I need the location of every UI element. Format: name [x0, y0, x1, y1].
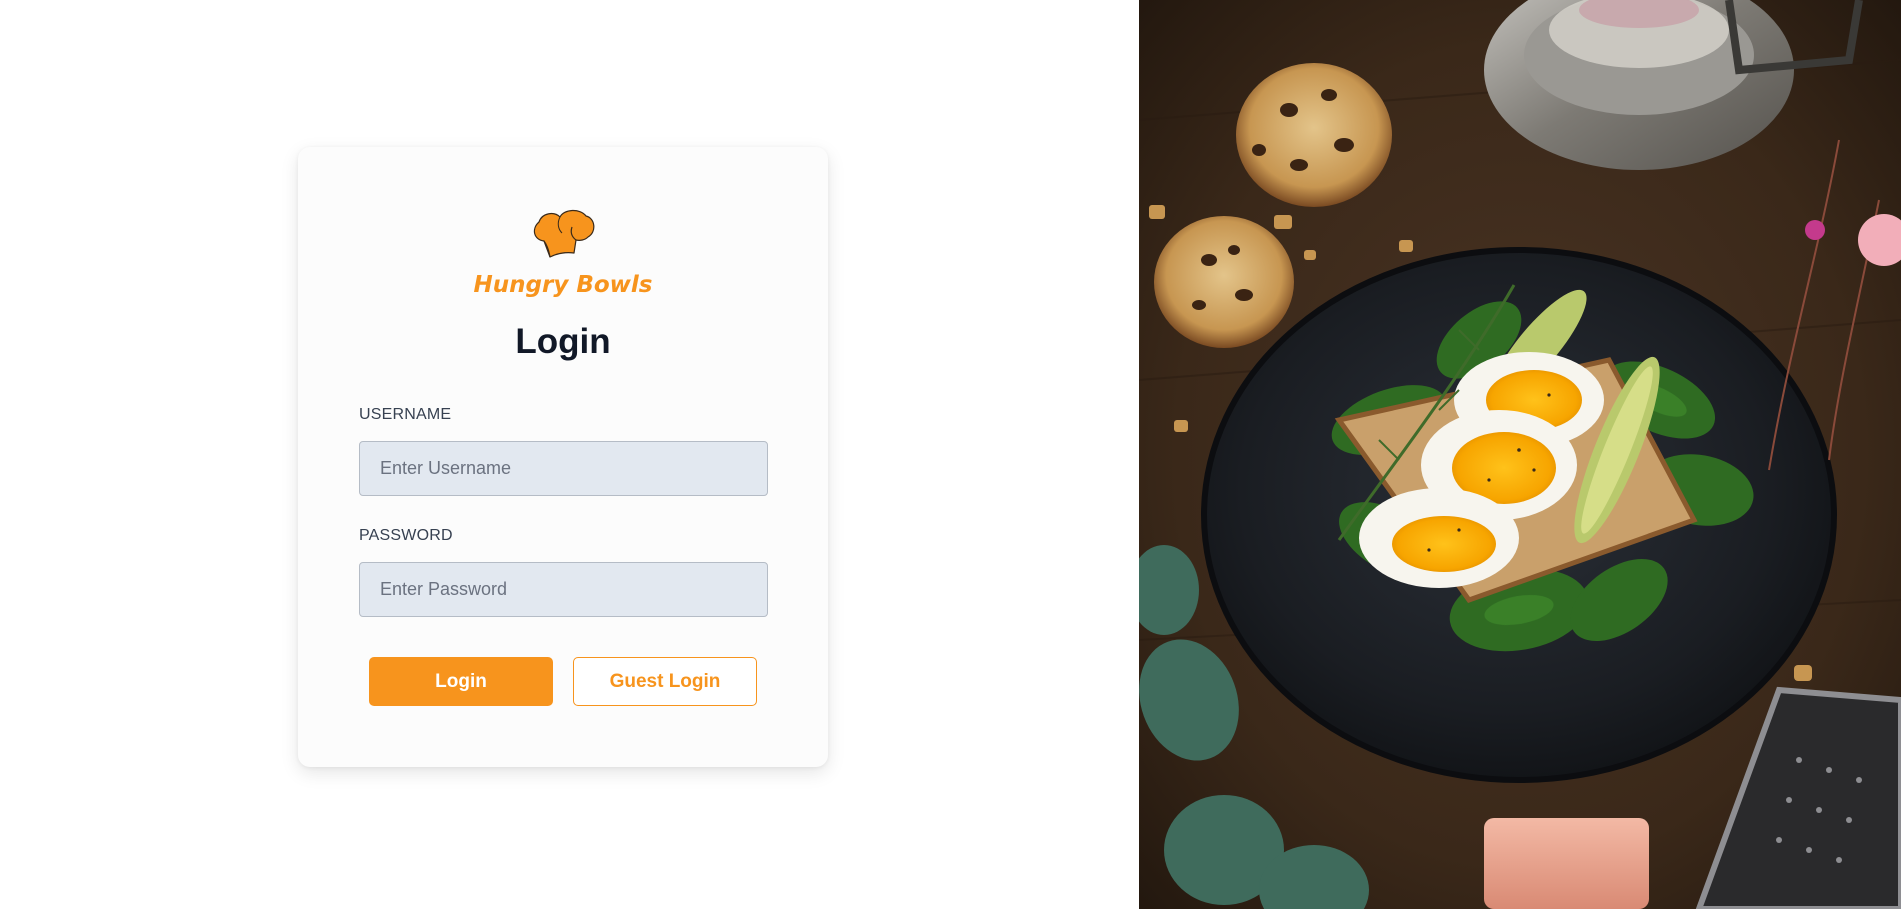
guest-login-button[interactable]: Guest Login [573, 657, 757, 706]
page-title: Login [515, 322, 611, 361]
hero-image [1139, 0, 1901, 909]
brand-name: Hungry Bowls [473, 272, 653, 298]
password-label: PASSWORD [359, 527, 453, 544]
username-label: USERNAME [359, 406, 452, 423]
login-pane: Hungry Bowls Login USERNAME PASSWORD Log… [0, 0, 1139, 909]
login-page: Hungry Bowls Login USERNAME PASSWORD Log… [0, 0, 1901, 909]
username-input[interactable] [359, 441, 768, 496]
login-button[interactable]: Login [369, 657, 553, 706]
food-photo [1139, 0, 1901, 909]
password-input[interactable] [359, 562, 768, 617]
login-card: Hungry Bowls Login USERNAME PASSWORD Log… [298, 147, 828, 767]
chef-hat-icon [533, 209, 595, 258]
